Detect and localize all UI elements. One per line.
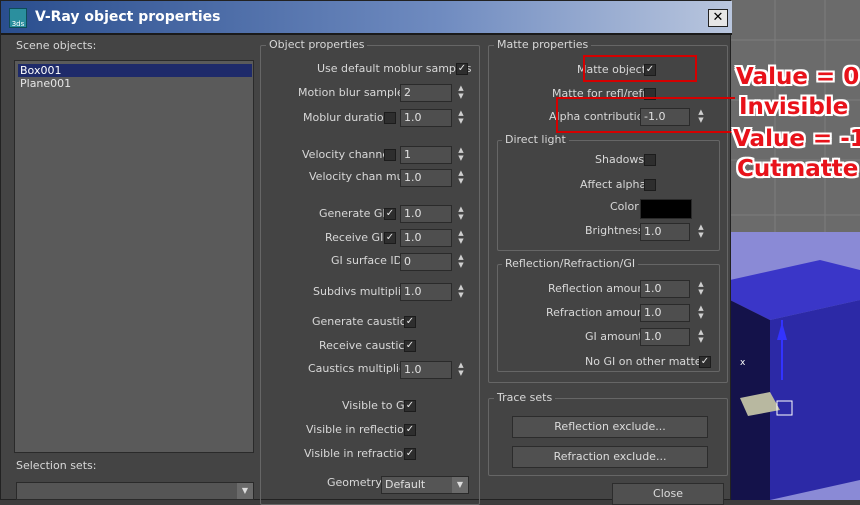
use-default-moblur-checkbox[interactable]: ✓ <box>456 63 468 75</box>
object-properties-title: Object properties <box>266 38 368 51</box>
refraction-amount-spinner[interactable]: ▲ ▼ <box>695 304 707 322</box>
affect-alpha-checkbox[interactable] <box>644 179 656 191</box>
annotation-value-minus-1: Value = -1 <box>733 126 860 152</box>
window-title: V-Ray object properties <box>35 9 221 25</box>
annotation-value-0: Value = 0 <box>736 64 860 90</box>
list-item-plane001[interactable]: Plane001 <box>18 77 252 90</box>
velocity-channel-label: Velocity channel <box>302 148 393 161</box>
gi-amount-spinner[interactable]: ▲ ▼ <box>695 328 707 346</box>
close-button[interactable]: Close <box>612 483 724 505</box>
generate-caustics-label: Generate caustics <box>312 315 412 328</box>
reflection-amount-spinner[interactable]: ▲ ▼ <box>695 280 707 298</box>
shadows-label: Shadows <box>595 153 645 166</box>
refraction-amount-input[interactable]: 1.0 <box>640 304 690 322</box>
svg-text:x: x <box>740 358 746 368</box>
gi-amount-label: GI amount <box>585 330 643 343</box>
motion-blur-samples-label: Motion blur samples <box>298 86 410 99</box>
receive-gi-input[interactable]: 1.0 <box>400 229 452 247</box>
moblur-duration-checkbox[interactable] <box>384 112 396 124</box>
velocity-channel-checkbox[interactable] <box>384 149 396 161</box>
moblur-duration-input[interactable]: 1.0 <box>400 109 452 127</box>
generate-gi-spinner[interactable]: ▲ ▼ <box>455 205 467 223</box>
trace-sets-title: Trace sets <box>494 391 556 404</box>
velocity-channel-input[interactable]: 1 <box>400 146 452 164</box>
selection-sets-label: Selection sets: <box>16 459 97 472</box>
receive-gi-checkbox[interactable]: ✓ <box>384 232 396 244</box>
visible-in-refractions-checkbox[interactable]: ✓ <box>404 448 416 460</box>
chevron-down-icon: ▼ <box>452 477 468 493</box>
selection-sets-dropdown[interactable]: ▼ <box>16 482 254 500</box>
generate-gi-checkbox[interactable]: ✓ <box>384 208 396 220</box>
scene-objects-label: Scene objects: <box>16 39 97 52</box>
shadows-checkbox[interactable] <box>644 154 656 166</box>
refraction-exclude-button[interactable]: Refraction exclude... <box>512 446 708 468</box>
annotation-invisible: Invisible <box>739 94 849 120</box>
geometry-value: Default <box>385 478 426 491</box>
brightness-input[interactable]: 1.0 <box>640 223 690 241</box>
matte-properties-title: Matte properties <box>494 38 592 51</box>
no-gi-other-mattes-label: No GI on other mattes <box>585 355 708 368</box>
gi-surface-id-input[interactable]: 0 <box>400 253 452 271</box>
list-item-box001[interactable]: Box001 <box>18 64 252 77</box>
reflection-refraction-gi-title: Reflection/Refraction/GI <box>502 257 639 270</box>
chevron-down-icon: ▼ <box>237 483 253 499</box>
velocity-chan-mult-spinner[interactable]: ▲ ▼ <box>455 169 467 187</box>
geometry-dropdown[interactable]: Default ▼ <box>381 476 469 494</box>
visible-in-reflections-label: Visible in reflections <box>306 423 417 436</box>
receive-caustics-label: Receive caustics <box>319 339 411 352</box>
color-label: Color <box>610 200 639 213</box>
visible-to-gi-label: Visible to GI <box>342 399 408 412</box>
gi-surface-id-label: GI surface ID <box>331 254 403 267</box>
subdivs-multiplier-input[interactable]: 1.0 <box>400 283 452 301</box>
scene-objects-list[interactable]: Box001 Plane001 <box>14 60 254 453</box>
generate-gi-input[interactable]: 1.0 <box>400 205 452 223</box>
reflection-exclude-button[interactable]: Reflection exclude... <box>512 416 708 438</box>
caustics-multiplier-input[interactable]: 1.0 <box>400 361 452 379</box>
titlebar: 3ds V-Ray object properties ✕ <box>1 1 732 35</box>
annotation-cutmatte: Cutmatte <box>737 156 859 182</box>
brightness-spinner[interactable]: ▲ ▼ <box>695 223 707 241</box>
use-default-moblur-label: Use default moblur samples <box>317 62 472 75</box>
velocity-chan-mult-label: Velocity chan mult <box>309 170 411 183</box>
subdivs-multiplier-spinner[interactable]: ▲ ▼ <box>455 283 467 301</box>
receive-caustics-checkbox[interactable]: ✓ <box>404 340 416 352</box>
visible-to-gi-checkbox[interactable]: ✓ <box>404 400 416 412</box>
app-icon: 3ds <box>9 8 27 28</box>
highlight-connector <box>725 97 735 99</box>
color-swatch[interactable] <box>640 199 692 219</box>
caustics-multiplier-label: Caustics multiplier <box>308 362 411 375</box>
generate-caustics-checkbox[interactable]: ✓ <box>404 316 416 328</box>
alpha-contribution-highlight <box>556 97 734 133</box>
reflection-amount-label: Reflection amount <box>548 282 649 295</box>
receive-gi-label: Receive GI <box>325 231 384 244</box>
gi-amount-input[interactable]: 1.0 <box>640 328 690 346</box>
direct-light-title: Direct light <box>502 133 569 146</box>
velocity-chan-mult-input[interactable]: 1.0 <box>400 169 452 187</box>
subdivs-multiplier-label: Subdivs multiplier <box>313 285 413 298</box>
close-icon[interactable]: ✕ <box>708 9 728 27</box>
gi-surface-id-spinner[interactable]: ▲ ▼ <box>455 253 467 271</box>
visible-in-reflections-checkbox[interactable]: ✓ <box>404 424 416 436</box>
motion-blur-samples-input[interactable]: 2 <box>400 84 452 102</box>
velocity-channel-spinner[interactable]: ▲ ▼ <box>455 146 467 164</box>
matte-object-highlight <box>583 55 697 82</box>
refraction-amount-label: Refraction amount <box>546 306 649 319</box>
receive-gi-spinner[interactable]: ▲ ▼ <box>455 229 467 247</box>
reflection-amount-input[interactable]: 1.0 <box>640 280 690 298</box>
motion-blur-samples-spinner[interactable]: ▲ ▼ <box>455 84 467 102</box>
moblur-duration-label: Moblur duration <box>303 111 391 124</box>
caustics-multiplier-spinner[interactable]: ▲ ▼ <box>455 361 467 379</box>
moblur-duration-spinner[interactable]: ▲ ▼ <box>455 109 467 127</box>
visible-in-refractions-label: Visible in refractions <box>304 447 416 460</box>
brightness-label: Brightness <box>585 224 644 237</box>
affect-alpha-label: Affect alpha <box>580 178 647 191</box>
generate-gi-label: Generate GI <box>319 207 386 220</box>
no-gi-other-mattes-checkbox[interactable]: ✓ <box>699 356 711 368</box>
geometry-label: Geometry <box>327 476 382 489</box>
